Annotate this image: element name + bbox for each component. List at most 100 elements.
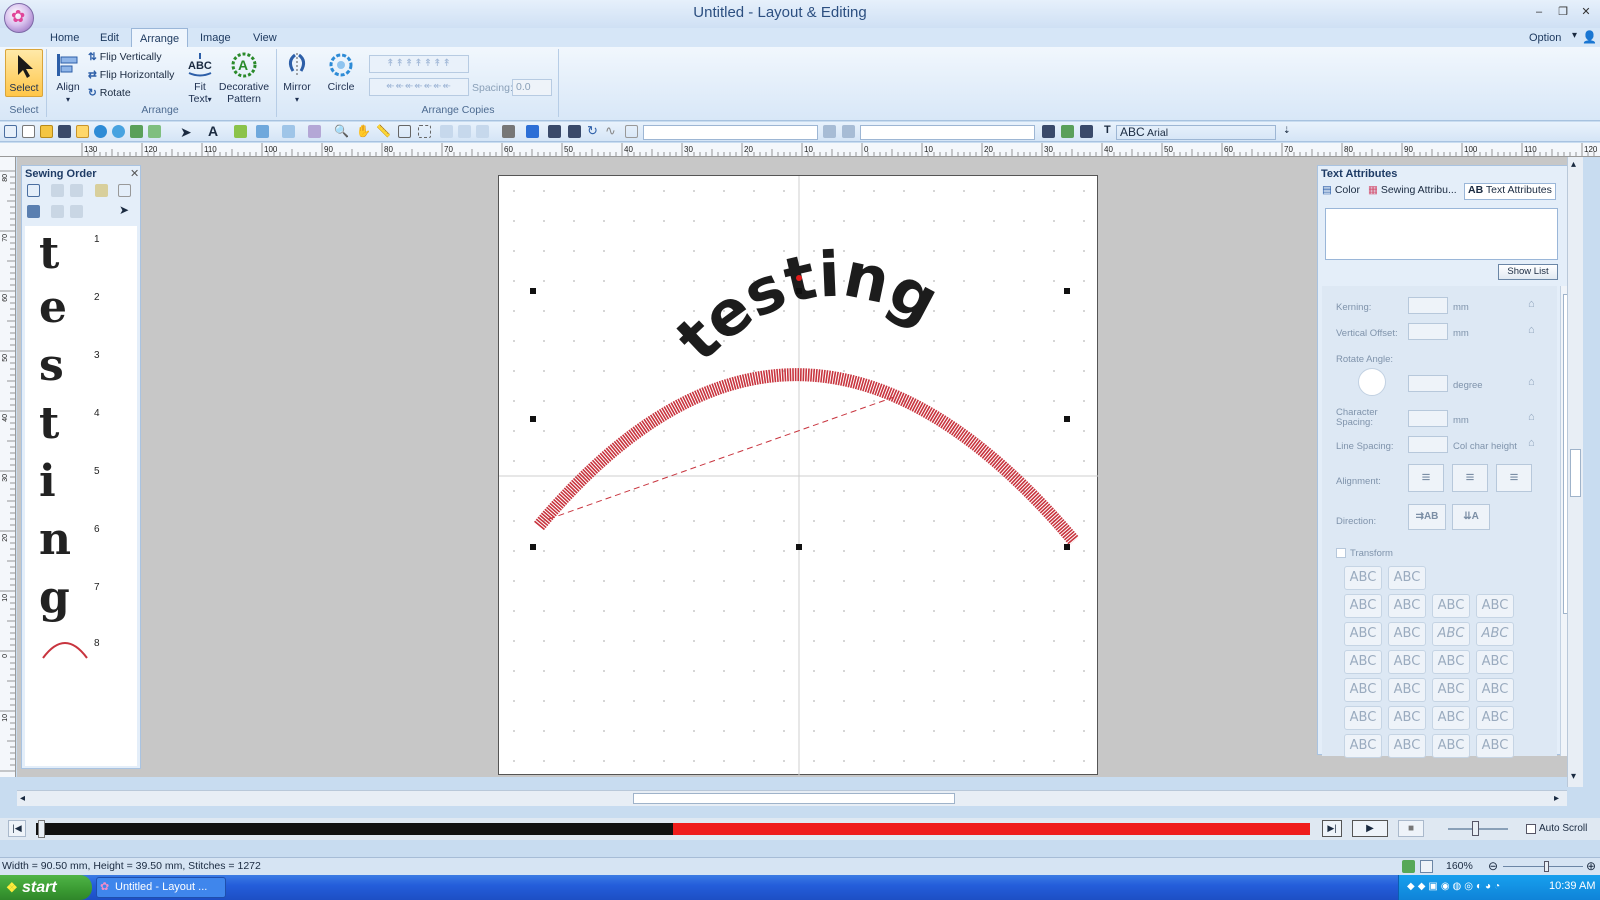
rotation-handle[interactable]: [796, 275, 802, 281]
sewing-order-list[interactable]: t 1 e 2 s 3 t 4 i 5 n 6 g 7 8: [25, 226, 137, 766]
import-icon[interactable]: [130, 125, 143, 138]
spacing-input[interactable]: 0.0: [512, 79, 552, 96]
connect-icon[interactable]: [1061, 125, 1074, 138]
scroll-left-icon[interactable]: ◂: [20, 793, 25, 804]
list-item[interactable]: i: [39, 456, 56, 507]
tray-icons[interactable]: ◆◆▣◉◍◎◐◕◔: [1407, 881, 1535, 894]
arrange-copies-pattern-1[interactable]: ↟↟↟↟↟↟↟: [369, 55, 469, 73]
split-icon[interactable]: [70, 205, 83, 218]
shape-tool-icon[interactable]: [256, 125, 269, 138]
transform-option[interactable]: ABC: [1432, 650, 1470, 674]
transform-option[interactable]: ABC: [1388, 622, 1426, 646]
new-window-icon[interactable]: [4, 125, 17, 138]
option-dropdown-icon[interactable]: ▾: [1572, 30, 1577, 41]
rotate-button[interactable]: ↻ Rotate: [88, 85, 131, 102]
split-icon[interactable]: [1080, 125, 1093, 138]
sort-by-color-icon[interactable]: [27, 205, 40, 218]
select-cursor-icon[interactable]: ➤: [119, 203, 129, 217]
toolbar-more-icon[interactable]: ⇣: [1283, 125, 1291, 136]
handle-middle-right[interactable]: [1064, 416, 1070, 422]
rotate-tool-icon[interactable]: ↻: [587, 123, 598, 139]
tab-view[interactable]: View: [245, 28, 285, 48]
auto-scroll-checkbox[interactable]: [1526, 824, 1536, 834]
transform-option[interactable]: ABC: [1432, 734, 1470, 758]
text-tool-icon[interactable]: A: [208, 123, 218, 139]
hoop-status-icon[interactable]: [1402, 860, 1415, 873]
align-button[interactable]: Align ▾: [53, 51, 83, 104]
stitch-progress-track[interactable]: [36, 820, 1310, 838]
group-icon[interactable]: [476, 125, 489, 138]
flip-horizontally-button[interactable]: ⇄ Flip Horizontally: [88, 67, 174, 84]
taskbar-app-item[interactable]: ✿ Untitled - Layout ...: [96, 877, 226, 898]
play-button[interactable]: ▶: [1352, 820, 1388, 837]
outline-tool-icon[interactable]: [234, 125, 247, 138]
go-to-start-button[interactable]: |◀: [8, 820, 26, 837]
zoom-icon[interactable]: 🔍: [334, 124, 349, 138]
thread-combo[interactable]: [860, 125, 1035, 140]
unlink-icon[interactable]: [458, 125, 471, 138]
transform-option[interactable]: ABC: [1476, 650, 1514, 674]
color-icon[interactable]: [526, 125, 539, 138]
list-item[interactable]: g: [39, 572, 70, 623]
transform-checkbox[interactable]: [1336, 548, 1346, 558]
maximize-button[interactable]: ❐: [1555, 5, 1571, 19]
help-user-icon[interactable]: 👤: [1582, 30, 1597, 44]
sewing-attributes-tab[interactable]: ▦ Sewing Attribu...: [1368, 184, 1457, 200]
tab-home[interactable]: Home: [42, 28, 87, 48]
rows-icon[interactable]: [842, 125, 855, 138]
direction-horizontal-button[interactable]: ⇉AB: [1408, 504, 1446, 530]
sphere-icon[interactable]: [112, 125, 125, 138]
flip-h-tool-icon[interactable]: [568, 125, 581, 138]
vertical-offset-reset-icon[interactable]: ⌂: [1528, 324, 1535, 336]
tab-image[interactable]: Image: [192, 28, 239, 48]
transform-option[interactable]: ABC: [1388, 734, 1426, 758]
vertical-offset-input[interactable]: [1408, 323, 1448, 340]
text-input-box[interactable]: [1325, 208, 1558, 260]
flip-vertically-button[interactable]: ⇅ Flip Vertically: [88, 49, 162, 66]
list-item[interactable]: e: [39, 282, 67, 333]
handle-top-left[interactable]: [530, 288, 536, 294]
lock-icon[interactable]: [95, 184, 108, 197]
save-icon[interactable]: [58, 125, 71, 138]
transform-option[interactable]: ABC: [1476, 734, 1514, 758]
list-item[interactable]: [39, 636, 91, 663]
start-button[interactable]: ❖ start: [0, 875, 92, 900]
rotate-angle-input[interactable]: [1408, 375, 1448, 392]
stitch-icon[interactable]: [1042, 125, 1055, 138]
transform-option[interactable]: ABC: [1344, 678, 1382, 702]
transform-option[interactable]: ABC: [1476, 678, 1514, 702]
stamp-tool-icon[interactable]: [308, 125, 321, 138]
transform-option[interactable]: ABC: [1388, 566, 1426, 590]
zoom-out-icon[interactable]: ⊖: [1488, 859, 1498, 873]
align-center-button[interactable]: ≡: [1452, 464, 1488, 492]
transform-option[interactable]: ABC: [1476, 594, 1514, 618]
transform-option[interactable]: ABC: [1432, 594, 1470, 618]
flip-v-tool-icon[interactable]: [548, 125, 561, 138]
object-combo[interactable]: [643, 125, 818, 140]
transform-option[interactable]: ABC: [1344, 566, 1382, 590]
zoom-slider-thumb[interactable]: [1544, 861, 1549, 872]
grid-select-icon[interactable]: [418, 125, 431, 138]
handle-bottom-right[interactable]: [1064, 544, 1070, 550]
measure-icon[interactable]: 📏: [376, 124, 391, 138]
decorative-pattern-button[interactable]: A Decorative Pattern: [216, 51, 272, 105]
handle-middle-left[interactable]: [530, 416, 536, 422]
pan-hand-icon[interactable]: ✋: [356, 124, 371, 138]
scroll-up-icon[interactable]: ▴: [1571, 159, 1576, 170]
sew-to-first-icon[interactable]: [27, 184, 40, 197]
list-item[interactable]: s: [39, 340, 64, 391]
show-list-button[interactable]: Show List: [1498, 264, 1558, 280]
rotate-dial[interactable]: [1358, 368, 1386, 396]
hoop-canvas[interactable]: testing: [498, 175, 1099, 776]
close-icon[interactable]: ✕: [130, 167, 139, 180]
line-spacing-reset-icon[interactable]: ⌂: [1528, 437, 1535, 449]
transform-option[interactable]: ABC: [1344, 734, 1382, 758]
handle-bottom-center[interactable]: [796, 544, 802, 550]
hoop-icon[interactable]: [76, 125, 89, 138]
app-logo-icon[interactable]: [4, 3, 34, 33]
character-spacing-reset-icon[interactable]: ⌂: [1528, 411, 1535, 423]
curve-tool-icon[interactable]: ∿: [605, 123, 616, 139]
baseline-icon[interactable]: [502, 125, 515, 138]
sew-down-icon[interactable]: [70, 184, 83, 197]
transform-option[interactable]: ABC: [1388, 678, 1426, 702]
